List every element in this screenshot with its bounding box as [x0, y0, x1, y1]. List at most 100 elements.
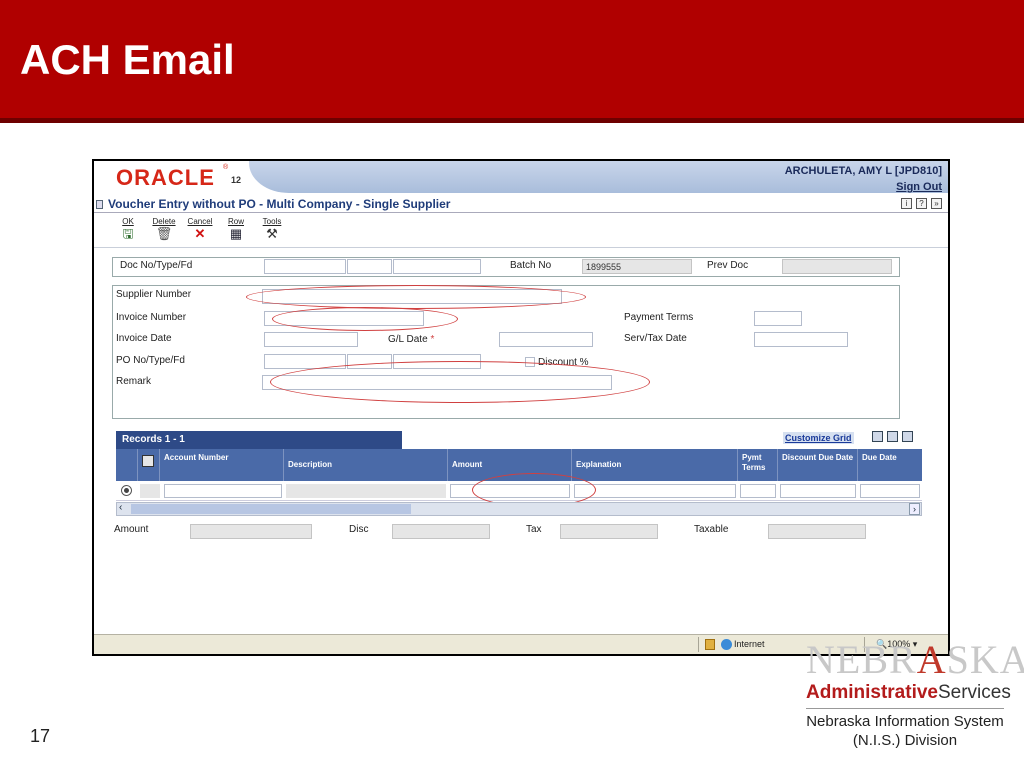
nis-division: Nebraska Information System (N.I.S.) Div…	[806, 708, 1004, 750]
serv-tax-date-label: Serv/Tax Date	[624, 333, 687, 344]
slide-title: ACH Email	[20, 36, 235, 83]
tools-button[interactable]: Tools ⚒	[258, 217, 286, 242]
grid-icons	[872, 431, 913, 442]
ok-button[interactable]: OK 🖫	[114, 217, 142, 242]
taxable-field	[768, 524, 866, 539]
scroll-thumb[interactable]	[131, 504, 411, 514]
account-number-cell[interactable]	[164, 484, 282, 498]
app-title-row: Voucher Entry without PO - Multi Company…	[94, 195, 948, 213]
invoice-highlight-oval	[272, 307, 458, 331]
help-icon[interactable]: ?	[916, 198, 927, 209]
cancel-label: Cancel	[187, 217, 213, 226]
delete-button[interactable]: Delete 🗑	[150, 217, 178, 242]
nis-line-2: (N.I.S.) Division	[852, 732, 958, 749]
edit-icon-header	[138, 449, 160, 481]
disc-field	[392, 524, 490, 539]
col-description[interactable]: Description	[284, 449, 448, 481]
page-number: 17	[30, 726, 51, 746]
row-label: Row	[227, 217, 244, 226]
prev-doc-label: Prev Doc	[707, 260, 749, 271]
trash-icon: 🗑	[155, 226, 173, 241]
nebraska-text-b: SKA	[946, 637, 1024, 682]
globe-icon	[721, 639, 732, 650]
cancel-button[interactable]: Cancel ✕	[186, 217, 214, 242]
nebraska-star-letter: A	[916, 637, 947, 682]
import-icon[interactable]	[887, 431, 898, 442]
col-explanation[interactable]: Explanation	[572, 449, 738, 481]
invoice-number-label: Invoice Number	[116, 312, 187, 323]
invoice-date-label: Invoice Date	[116, 333, 172, 344]
header-rule	[0, 118, 1024, 123]
x-icon: ✕	[194, 226, 206, 241]
supplier-highlight-oval	[246, 285, 586, 309]
col-pymt-terms[interactable]: Pymt Terms	[738, 449, 778, 481]
due-date-cell[interactable]	[860, 484, 920, 498]
explanation-cell[interactable]	[574, 484, 736, 498]
row-radio[interactable]	[121, 485, 132, 496]
app-screenshot: ORACLE ® 12 ARCHULETA, AMY L [JPD810] Si…	[92, 159, 950, 656]
description-cell	[286, 484, 446, 498]
admin-rest: Services	[937, 682, 1011, 703]
toolbar: OK 🖫 Delete 🗑 Cancel ✕ Row ▦ Tools ⚒	[114, 217, 286, 242]
col-due-date[interactable]: Due Date	[858, 449, 922, 481]
admin-bold: Administrative	[806, 682, 938, 703]
nebraska-text-a: NEBR	[806, 637, 917, 682]
sign-out-link[interactable]: Sign Out	[896, 181, 942, 193]
save-icon: 🖫	[122, 226, 134, 241]
payment-terms-field[interactable]	[754, 311, 802, 326]
ok-label: OK	[122, 217, 134, 226]
maximize-icon[interactable]	[902, 431, 913, 442]
doc-number-field[interactable]	[264, 259, 346, 274]
doc-fd-field[interactable]	[393, 259, 481, 274]
export-icon[interactable]	[872, 431, 883, 442]
records-tab: Records 1 - 1	[116, 431, 402, 449]
customize-grid-link[interactable]: Customize Grid	[783, 432, 854, 444]
oracle-logo: ORACLE	[116, 165, 215, 190]
discount-due-date-cell[interactable]	[780, 484, 856, 498]
col-discount-due-date[interactable]: Discount Due Date	[778, 449, 858, 481]
tax-label: Tax	[526, 524, 542, 535]
oracle-registered-mark: ®	[223, 164, 229, 171]
forward-icon[interactable]: »	[931, 198, 942, 209]
disc-label: Disc	[349, 524, 369, 535]
scroll-right-icon[interactable]: ›	[909, 503, 920, 515]
scroll-left-icon[interactable]: ‹	[119, 502, 122, 513]
remark-highlight-oval	[270, 361, 650, 403]
batch-label: Batch No	[510, 260, 552, 271]
gl-date-text: G/L Date	[388, 334, 428, 345]
status-separator	[698, 637, 699, 652]
horizontal-scrollbar[interactable]: ‹ ›	[116, 502, 922, 516]
top-icons: i ? »	[901, 198, 942, 209]
payment-terms-label: Payment Terms	[624, 312, 694, 323]
required-mark: *	[430, 334, 435, 345]
serv-tax-date-field[interactable]	[754, 332, 848, 347]
remark-label: Remark	[116, 376, 152, 387]
pymt-terms-cell[interactable]	[740, 484, 776, 498]
gl-date-label: G/L Date *	[388, 334, 434, 345]
row-select-header	[116, 449, 138, 481]
info-icon[interactable]: i	[901, 198, 912, 209]
grid-icon: ▦	[229, 226, 243, 241]
row-button[interactable]: Row ▦	[222, 217, 250, 242]
row-radio-dot	[124, 488, 129, 493]
tax-field	[560, 524, 658, 539]
nebraska-logo: NEBRASKA	[806, 636, 1024, 683]
total-amount-field	[190, 524, 312, 539]
zone-label: Internet	[734, 639, 765, 649]
invoice-date-field[interactable]	[264, 332, 358, 347]
admin-services-logo: AdministrativeServices	[806, 682, 1011, 704]
tools-label: Tools	[262, 217, 282, 226]
delete-label: Delete	[152, 217, 176, 226]
supplier-label: Supplier Number	[116, 289, 192, 300]
col-account-number[interactable]: Account Number	[160, 449, 284, 481]
total-amount-label: Amount	[114, 524, 149, 535]
edit-icon[interactable]	[142, 455, 154, 467]
user-name: ARCHULETA, AMY L [JPD810]	[784, 165, 942, 177]
toolbar-divider	[94, 247, 948, 248]
lock-icon	[705, 639, 715, 650]
po-label: PO No/Type/Fd	[116, 355, 185, 366]
tools-icon: ⚒	[266, 226, 278, 241]
nis-line-1: Nebraska Information System	[806, 713, 1004, 730]
doc-type-field[interactable]	[347, 259, 392, 274]
gl-date-field[interactable]	[499, 332, 593, 347]
